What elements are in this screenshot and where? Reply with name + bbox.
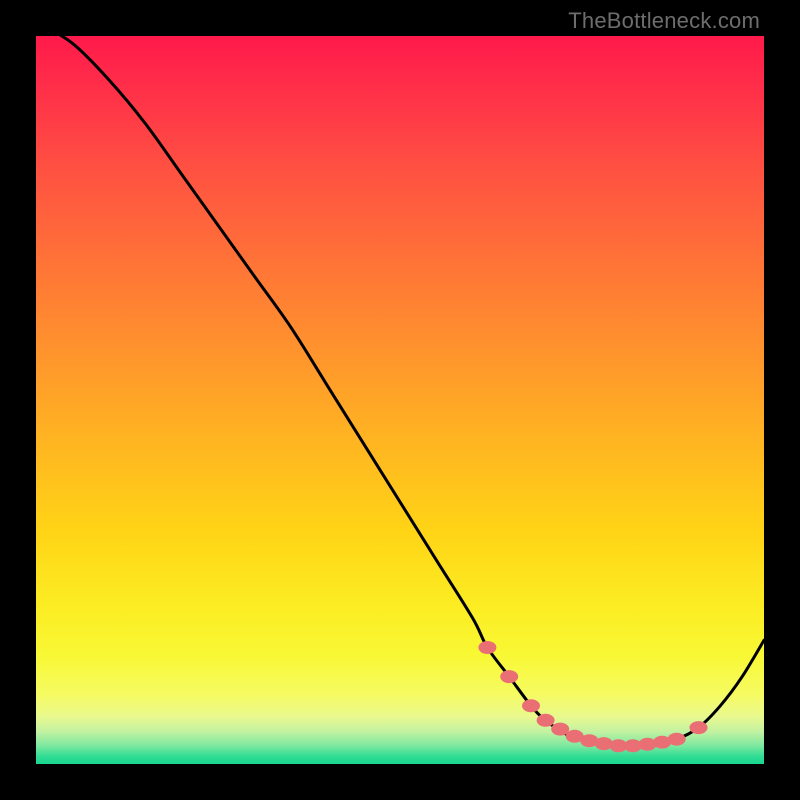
highlight-dot bbox=[522, 699, 540, 712]
outer-frame: TheBottleneck.com bbox=[0, 0, 800, 800]
highlight-dot bbox=[537, 714, 555, 727]
highlight-dots-group bbox=[478, 641, 707, 752]
highlight-dot bbox=[500, 670, 518, 683]
highlight-dot bbox=[668, 733, 686, 746]
watermark-text: TheBottleneck.com bbox=[568, 8, 760, 34]
plot-area bbox=[36, 36, 764, 764]
bottleneck-curve bbox=[36, 36, 764, 746]
highlight-dot bbox=[690, 721, 708, 734]
highlight-dot bbox=[478, 641, 496, 654]
curve-layer bbox=[36, 36, 764, 764]
